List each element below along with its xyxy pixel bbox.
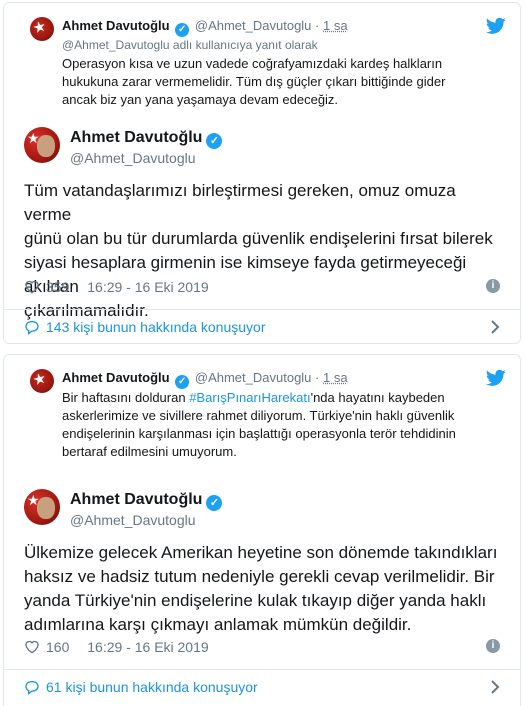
separator-dot: · — [315, 18, 320, 33]
heart-icon[interactable] — [24, 639, 40, 654]
verified-badge-icon: ✓ — [175, 23, 190, 37]
avatar[interactable]: ★ — [30, 17, 54, 41]
like-count[interactable]: 160 — [46, 639, 69, 655]
text-line: adımlarına karşı çıkmayı anlamak mümkün … — [24, 615, 412, 634]
avatar[interactable]: ★ — [24, 127, 60, 163]
hashtag-link[interactable]: #BarışPınarıHarekatı — [189, 390, 310, 405]
quoted-text: Operasyon kısa ve uzun vadede coğrafyamı… — [62, 55, 502, 109]
author-handle[interactable]: @Ahmet_Davutoglu — [195, 370, 312, 385]
text-line: askerlerimize ve sivillere rahmet diliyo… — [62, 408, 455, 423]
text-line: Ülkemize gelecek Amerikan heyetine son d… — [24, 543, 498, 562]
timestamp[interactable]: 16:29 - 16 Eki 2019 — [87, 639, 208, 655]
divider — [4, 309, 520, 310]
quoted-text: Bir haftasını dolduran #BarışPınarıHarek… — [62, 389, 502, 461]
twitter-bird-icon[interactable] — [486, 17, 506, 35]
text-line: hukukuna zarar vermemelidir. Tüm dış güç… — [62, 74, 446, 89]
quoted-header: Ahmet Davutoğlu ✓ @Ahmet_Davutoglu · 1 s… — [62, 369, 348, 389]
reply-context: @Ahmet_Davutoglu adlı kullanıcıya yanıt … — [62, 38, 318, 52]
info-icon[interactable]: i — [486, 279, 500, 293]
tweet-text: Tüm vatandaşlarımızı birleştirmesi gerek… — [24, 179, 504, 323]
speech-bubble-icon — [25, 321, 39, 335]
text-line: yanda Türkiye'nin endişelerine kulak tık… — [24, 591, 487, 610]
info-icon[interactable]: i — [486, 639, 500, 653]
author-handle[interactable]: @Ahmet_Davutoglu — [70, 149, 196, 167]
tweet-time-link[interactable]: 1 sa — [323, 370, 348, 385]
text-fragment: 'nda hayatını kaybeden — [310, 390, 445, 405]
tweet-card[interactable]: ★ Ahmet Davutoğlu ✓ @Ahmet_Davutoglu · 1… — [3, 354, 521, 706]
verified-badge-icon: ✓ — [175, 375, 190, 389]
timestamp[interactable]: 16:29 - 16 Eki 2019 — [87, 279, 208, 295]
author-name[interactable]: Ahmet Davutoğlu — [70, 491, 202, 508]
verified-badge-icon: ✓ — [206, 133, 223, 149]
tweet-meta: 160 16:29 - 16 Eki 2019 i — [24, 637, 500, 657]
speech-bubble-icon — [25, 681, 39, 695]
author-name[interactable]: Ahmet Davutoğlu — [70, 129, 202, 146]
text-line: Tüm vatandaşlarımızı birleştirmesi gerek… — [24, 181, 456, 224]
text-line: endişelerinin karşılanması için başlattı… — [62, 426, 456, 441]
text-line: Bir haftasını dolduran #BarışPınarıHarek… — [62, 389, 502, 407]
avatar[interactable]: ★ — [24, 489, 60, 525]
text-line: günü olan bu tür durumlarda güvenlik end… — [24, 229, 493, 248]
tweet-meta: 359 16:29 - 16 Eki 2019 i — [24, 277, 500, 297]
text-line: haksız ve hadsiz tutum nedeniyle gerekli… — [24, 567, 495, 586]
chevron-right-icon — [491, 320, 500, 334]
chevron-right-icon — [491, 680, 500, 694]
twitter-bird-icon[interactable] — [486, 369, 506, 387]
heart-icon[interactable] — [24, 279, 40, 294]
text-fragment: Bir haftasını dolduran — [62, 390, 190, 405]
divider — [4, 669, 520, 670]
author-handle[interactable]: @Ahmet_Davutoglu — [195, 18, 312, 33]
conversation-link[interactable]: 143 kişi bunun hakkında konuşuyor — [24, 316, 500, 338]
like-count[interactable]: 359 — [46, 279, 69, 295]
avatar[interactable]: ★ — [30, 369, 54, 393]
tweet-text: Ülkemize gelecek Amerikan heyetine son d… — [24, 541, 504, 637]
conversation-link[interactable]: 61 kişi bunun hakkında konuşuyor — [24, 676, 500, 698]
author-name[interactable]: Ahmet Davutoğlu — [62, 18, 170, 33]
text-line: Operasyon kısa ve uzun vadede coğrafyamı… — [62, 56, 443, 71]
conversation-count-label: 61 kişi bunun hakkında konuşuyor — [46, 679, 258, 695]
tweet-card[interactable]: ★ Ahmet Davutoğlu ✓ @Ahmet_Davutoglu · 1… — [3, 2, 521, 344]
quoted-header: Ahmet Davutoğlu ✓ @Ahmet_Davutoglu · 1 s… — [62, 17, 348, 37]
author-name[interactable]: Ahmet Davutoğlu — [62, 370, 170, 385]
separator-dot: · — [315, 370, 320, 385]
text-line: bertaraf edilmesini umuyorum. — [62, 444, 237, 459]
text-line: ancak biz yan yana yaşamaya devam edeceğ… — [62, 92, 339, 107]
tweet-time-link[interactable]: 1 sa — [323, 18, 348, 33]
verified-badge-icon: ✓ — [206, 495, 223, 511]
conversation-count-label: 143 kişi bunun hakkında konuşuyor — [46, 319, 266, 335]
author-handle[interactable]: @Ahmet_Davutoglu — [70, 511, 196, 529]
